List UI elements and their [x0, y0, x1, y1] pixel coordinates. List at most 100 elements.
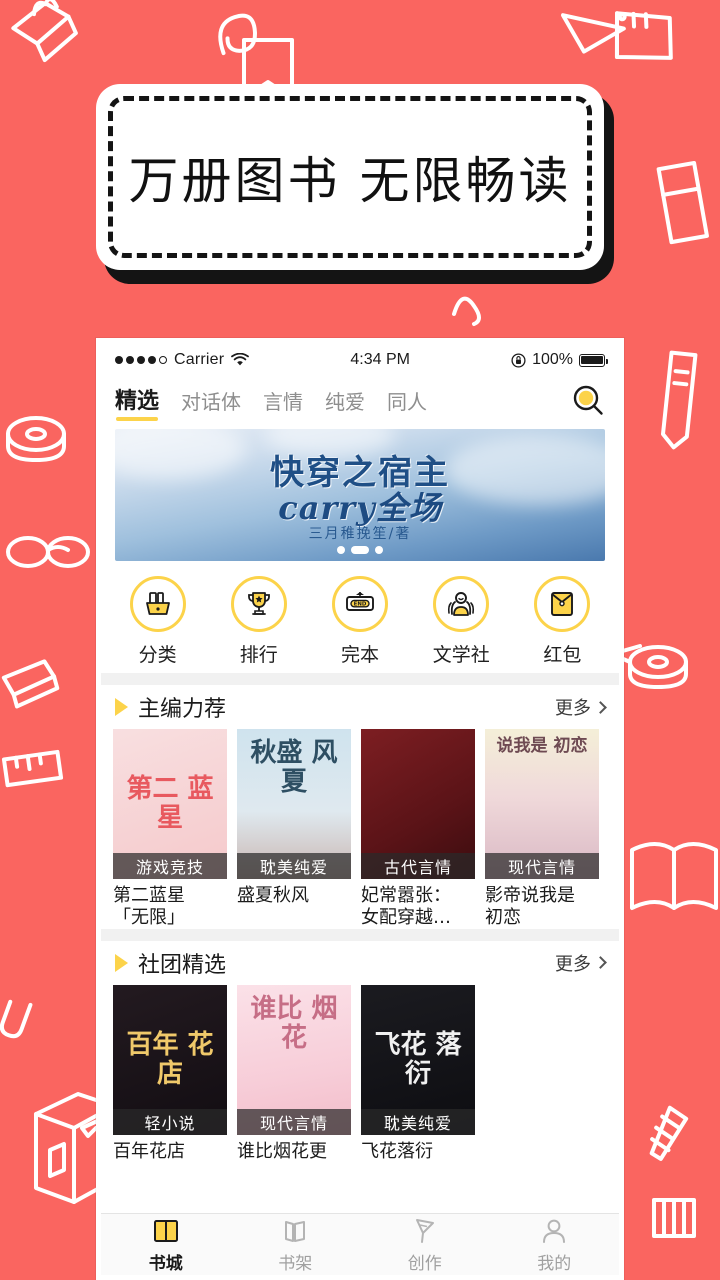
- genre-badge: 耽美纯爱: [361, 1108, 475, 1135]
- tab-duihuati[interactable]: 对话体: [181, 386, 241, 420]
- promo-carousel-banner[interactable]: 快穿之宿主 carry全场 三月稚挽笙/著: [115, 429, 605, 561]
- quick-link-fenlei[interactable]: 分类: [107, 575, 208, 667]
- cutter-doodle: [660, 350, 698, 450]
- genre-badge: 轻小说: [113, 1108, 227, 1135]
- svg-text:END: END: [354, 601, 367, 607]
- quick-link-ring: [433, 575, 490, 632]
- end-sign-icon: END: [346, 591, 374, 611]
- section-header-zhubianlijian: 主编力荐 更多: [101, 685, 619, 729]
- book-title: 影帝说我是 初恋: [485, 885, 575, 928]
- genre-badge: 现代言情: [237, 1108, 351, 1135]
- ruler-doodle: [1, 749, 64, 788]
- tab-chunai[interactable]: 纯爱: [325, 386, 365, 420]
- rotation-lock-icon: [511, 352, 526, 368]
- sharpener-doodle: [652, 1198, 696, 1238]
- more-label: 更多: [555, 698, 591, 719]
- quick-link-wenxueshe[interactable]: 文学社: [411, 575, 512, 667]
- section-divider: [101, 673, 619, 685]
- book-title: 盛夏秋风: [237, 885, 309, 906]
- category-tab-bar: 精选 对话体 言情 纯爱 同人: [101, 377, 619, 425]
- basket-icon: [145, 591, 170, 615]
- book-card[interactable]: 飞花 落衍 耽美纯爱 飞花落衍: [361, 984, 475, 1163]
- quick-link-label: 完本: [341, 643, 380, 666]
- phone-screen: Carrier 4:34 PM 100% 精选 对话体 言情 纯爱 同人 快穿之…: [101, 343, 619, 1275]
- bookshelf-icon: [285, 1220, 306, 1242]
- headline-box: 万册图书 无限畅读: [96, 84, 604, 270]
- wifi-icon: [231, 353, 250, 366]
- quick-link-label: 排行: [239, 643, 278, 666]
- tab-yanqing[interactable]: 言情: [263, 386, 303, 420]
- tab-tongren[interactable]: 同人: [387, 386, 427, 420]
- quick-link-wanben[interactable]: END 完本: [309, 575, 410, 667]
- book-cover: 秋盛 风夏 耽美纯爱: [237, 729, 351, 879]
- promo-headline-card: 万册图书 无限畅读: [96, 84, 616, 284]
- gift-doodle: [11, 0, 78, 63]
- genre-badge: 游戏竞技: [113, 853, 227, 879]
- paperclip-doodle: [0, 999, 33, 1039]
- category-tabs: 精选 对话体 言情 纯爱 同人: [115, 383, 571, 421]
- flag-icon: [115, 698, 128, 716]
- genre-badge: 古代言情: [361, 853, 475, 879]
- status-bar-time: 4:34 PM: [350, 351, 410, 368]
- section-divider: [101, 928, 619, 941]
- book-list-zhubianlijian: 第二 蓝星 游戏竞技 第二蓝星 「无限」 秋盛 风夏 耽美纯爱 盛夏秋风 古代言…: [101, 729, 619, 929]
- nav-item-profile[interactable]: 我的: [490, 1214, 620, 1275]
- quick-link-paihang[interactable]: 排行: [208, 575, 309, 667]
- book-card[interactable]: 古代言情 妃常嚣张： 女配穿越…: [361, 729, 475, 929]
- genre-badge: 耽美纯爱: [237, 853, 351, 879]
- nav-item-bookshelf[interactable]: 书架: [231, 1214, 361, 1275]
- more-link[interactable]: 更多: [555, 694, 607, 720]
- status-bar: Carrier 4:34 PM 100%: [101, 343, 619, 377]
- pencil-doodle: [649, 1105, 689, 1161]
- book-title: 飞花落衍: [361, 1140, 433, 1162]
- book-card[interactable]: 谁比 烟花 现代言情 谁比烟花更: [237, 984, 351, 1163]
- book-card-placeholder: [485, 985, 599, 1163]
- tape-doodle: [6, 416, 66, 462]
- book-title: 妃常嚣张： 女配穿越…: [361, 885, 451, 928]
- book-cover: 说我是 初恋 现代言情: [485, 729, 599, 879]
- trophy-icon: [247, 591, 270, 615]
- book-card[interactable]: 说我是 初恋 现代言情 影帝说我是 初恋: [485, 729, 599, 929]
- triangle-ruler-doodle: [561, 13, 626, 54]
- quick-link-label: 红包: [543, 643, 582, 666]
- notebook-doodle: [614, 11, 673, 60]
- section-header-shetuanjingxuan: 社团精选 更多: [101, 940, 619, 985]
- book-title: 百年花店: [113, 1140, 185, 1162]
- carousel-dots: [115, 546, 605, 554]
- quick-link-label: 分类: [138, 643, 177, 666]
- bookstore-icon: [153, 1219, 178, 1242]
- book-title: 第二蓝星 「无限」: [113, 885, 185, 928]
- tab-jingxuan[interactable]: 精选: [115, 383, 159, 421]
- pen-icon: [415, 1218, 434, 1243]
- red-envelope-icon: [551, 591, 574, 616]
- book-card[interactable]: 秋盛 风夏 耽美纯爱 盛夏秋风: [237, 729, 351, 929]
- nav-label: 创作: [407, 1253, 442, 1274]
- nav-label: 我的: [537, 1253, 572, 1274]
- book-cover: 飞花 落衍 耽美纯爱: [361, 984, 475, 1135]
- quick-link-hongbao[interactable]: 红包: [512, 575, 613, 667]
- headline-text: 万册图书 无限畅读: [128, 152, 572, 210]
- open-book-doodle: [630, 842, 718, 910]
- people-icon: [448, 591, 475, 616]
- banner-author: 三月稚挽笙/著: [308, 526, 412, 542]
- book-cover: 谁比 烟花 现代言情: [237, 984, 351, 1135]
- nav-item-create[interactable]: 创作: [360, 1214, 490, 1275]
- clip-doodle: [218, 13, 257, 56]
- carousel-dot-active[interactable]: [351, 546, 369, 554]
- carousel-dot[interactable]: [337, 546, 345, 554]
- flag-icon: [115, 953, 128, 972]
- person-icon: [543, 1219, 566, 1243]
- nav-item-bookstore[interactable]: 书城: [101, 1214, 231, 1275]
- quick-link-ring: [129, 575, 186, 632]
- more-link[interactable]: 更多: [555, 950, 607, 976]
- quick-link-label: 文学社: [432, 643, 490, 666]
- chevron-right-icon: [594, 956, 607, 970]
- battery-percent-label: 100%: [532, 351, 573, 368]
- book-card[interactable]: 百年 花店 轻小说 百年花店: [113, 984, 227, 1163]
- carousel-dot[interactable]: [375, 546, 383, 554]
- eraser-doodle: [656, 160, 709, 245]
- book-card[interactable]: 第二 蓝星 游戏竞技 第二蓝星 「无限」: [113, 729, 227, 929]
- glasses-doodle: [6, 536, 90, 568]
- book-cover: 第二 蓝星 游戏竞技: [113, 729, 227, 879]
- search-icon[interactable]: [571, 384, 605, 418]
